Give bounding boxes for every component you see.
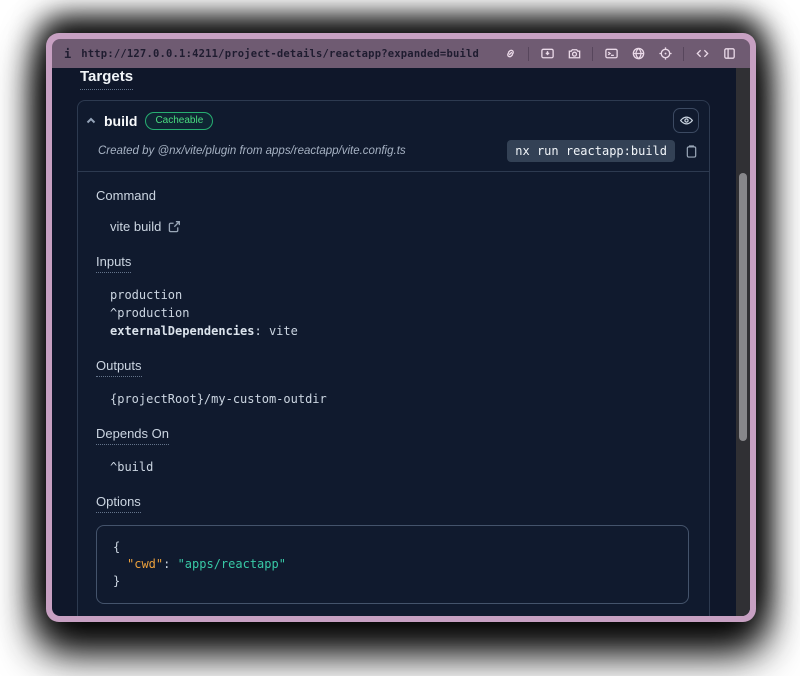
titlebar-divider xyxy=(592,47,593,61)
command-heading: Command xyxy=(96,188,156,203)
titlebar-divider xyxy=(528,47,529,61)
json-cwd-line: "cwd": "apps/reactapp" xyxy=(113,556,672,573)
external-link-icon[interactable] xyxy=(168,220,181,233)
info-icon: i xyxy=(64,47,71,61)
browser-titlebar: i http://127.0.0.1:4211/project-details/… xyxy=(52,39,750,68)
targets-heading: Targets xyxy=(80,68,133,90)
project-details-view: Targets build Cacheable Create xyxy=(52,68,750,616)
output-item: {projectRoot}/my-custom-outdir xyxy=(110,390,689,408)
target-crosshair-icon[interactable] xyxy=(656,45,674,63)
json-brace-close: } xyxy=(113,573,672,590)
build-card-header[interactable]: build Cacheable xyxy=(78,101,709,137)
address-url[interactable]: http://127.0.0.1:4211/project-details/re… xyxy=(81,48,479,60)
run-command-chip: nx run reactapp:build xyxy=(507,140,675,162)
target-name: build xyxy=(104,113,137,129)
input-item: externalDependencies: vite xyxy=(110,322,689,340)
inputs-section: Inputs production ^production externalDe… xyxy=(96,253,689,340)
code-brackets-icon[interactable] xyxy=(693,45,711,63)
command-value: vite build xyxy=(110,219,161,234)
cacheable-badge: Cacheable xyxy=(145,112,213,130)
build-card-body: Command vite build xyxy=(78,172,709,616)
build-card-subheader: Created by @nx/vite/plugin from apps/rea… xyxy=(78,137,709,172)
terminal-icon[interactable] xyxy=(602,45,620,63)
options-heading[interactable]: Options xyxy=(96,494,141,513)
scrollbar-thumb[interactable] xyxy=(739,173,747,441)
screenshot-camera-icon[interactable] xyxy=(565,45,583,63)
titlebar-divider xyxy=(683,47,684,61)
link-icon[interactable] xyxy=(501,45,519,63)
input-item: production xyxy=(110,286,689,304)
created-by-text: Created by @nx/vite/plugin from apps/rea… xyxy=(98,145,499,157)
split-panel-icon[interactable] xyxy=(720,45,738,63)
input-item: ^production xyxy=(110,304,689,322)
open-in-editor-icon[interactable] xyxy=(538,45,556,63)
copy-icon[interactable] xyxy=(683,142,699,160)
browser-window: i http://127.0.0.1:4211/project-details/… xyxy=(46,33,756,622)
json-brace-open: { xyxy=(113,539,672,556)
target-card-build: build Cacheable Created by @nx/vite/plug… xyxy=(77,100,710,616)
depends-on-heading[interactable]: Depends On xyxy=(96,426,169,445)
depends-on-section: Depends On ^build xyxy=(96,425,689,476)
options-code-block: { "cwd": "apps/reactapp" } xyxy=(96,525,689,604)
globe-icon[interactable] xyxy=(629,45,647,63)
command-section: Command vite build xyxy=(96,187,689,236)
depends-on-item: ^build xyxy=(110,458,689,476)
page-background: i http://127.0.0.1:4211/project-details/… xyxy=(0,0,800,676)
chevron-up-icon[interactable] xyxy=(86,116,96,126)
inputs-heading[interactable]: Inputs xyxy=(96,254,131,273)
scrollbar-track[interactable] xyxy=(736,68,750,616)
outputs-section: Outputs {projectRoot}/my-custom-outdir xyxy=(96,357,689,408)
options-section: Options { "cwd": "apps/reactapp" } xyxy=(96,493,689,604)
outputs-heading[interactable]: Outputs xyxy=(96,358,142,377)
eye-button[interactable] xyxy=(673,108,699,133)
